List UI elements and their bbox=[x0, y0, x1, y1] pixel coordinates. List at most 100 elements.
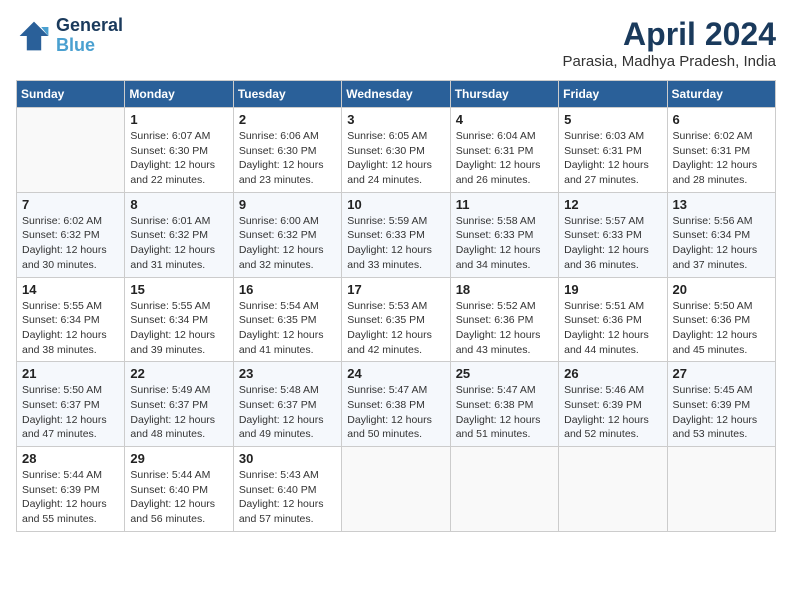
day-info: Sunrise: 6:02 AM Sunset: 6:32 PM Dayligh… bbox=[22, 214, 119, 273]
day-number: 5 bbox=[564, 112, 661, 127]
calendar-cell: 6Sunrise: 6:02 AM Sunset: 6:31 PM Daylig… bbox=[667, 108, 775, 193]
calendar-cell: 2 Sunrise: 6:06 AM Sunset: 6:30 PM Daylig… bbox=[233, 108, 341, 193]
day-info: Sunrise: 5:43 AM Sunset: 6:40 PM Dayligh… bbox=[239, 468, 336, 527]
week-row-2: 7Sunrise: 6:02 AM Sunset: 6:32 PM Daylig… bbox=[17, 192, 776, 277]
day-number: 21 bbox=[22, 366, 119, 381]
day-info: Sunrise: 5:50 AM Sunset: 6:36 PM Dayligh… bbox=[673, 299, 770, 358]
calendar-cell: 30 Sunrise: 5:43 AM Sunset: 6:40 PM Dayli… bbox=[233, 447, 341, 532]
weekday-header-monday: Monday bbox=[125, 81, 233, 108]
week-row-5: 28 Sunrise: 5:44 AM Sunset: 6:39 PM Dayli… bbox=[17, 447, 776, 532]
day-number: 10 bbox=[347, 197, 444, 212]
calendar-cell: 9 Sunrise: 6:00 AM Sunset: 6:32 PM Daylig… bbox=[233, 192, 341, 277]
day-info: Sunrise: 5:52 AM Sunset: 6:36 PM Dayligh… bbox=[456, 299, 553, 358]
page-header: General Blue April 2024 Parasia, Madhya … bbox=[16, 16, 776, 70]
month-year: April 2024 bbox=[563, 16, 776, 53]
calendar-cell: 22 Sunrise: 5:49 AM Sunset: 6:37 PM Dayli… bbox=[125, 362, 233, 447]
day-info: Sunrise: 5:55 AM Sunset: 6:34 PM Dayligh… bbox=[130, 299, 227, 358]
calendar-cell: 20 Sunrise: 5:50 AM Sunset: 6:36 PM Dayli… bbox=[667, 277, 775, 362]
week-row-1: 1 Sunrise: 6:07 AM Sunset: 6:30 PM Daylig… bbox=[17, 108, 776, 193]
day-number: 4 bbox=[456, 112, 553, 127]
calendar-cell: 11Sunrise: 5:58 AM Sunset: 6:33 PM Dayli… bbox=[450, 192, 558, 277]
title-block: April 2024 Parasia, Madhya Pradesh, Indi… bbox=[563, 16, 776, 70]
day-info: Sunrise: 5:49 AM Sunset: 6:37 PM Dayligh… bbox=[130, 383, 227, 442]
day-number: 30 bbox=[239, 451, 336, 466]
calendar-cell: 26Sunrise: 5:46 AM Sunset: 6:39 PM Dayli… bbox=[559, 362, 667, 447]
calendar-table: SundayMondayTuesdayWednesdayThursdayFrid… bbox=[16, 80, 776, 532]
logo: General Blue bbox=[16, 16, 123, 56]
calendar-cell: 27Sunrise: 5:45 AM Sunset: 6:39 PM Dayli… bbox=[667, 362, 775, 447]
calendar-cell: 21 Sunrise: 5:50 AM Sunset: 6:37 PM Dayli… bbox=[17, 362, 125, 447]
day-number: 26 bbox=[564, 366, 661, 381]
day-number: 20 bbox=[673, 282, 770, 297]
day-info: Sunrise: 5:57 AM Sunset: 6:33 PM Dayligh… bbox=[564, 214, 661, 273]
logo-icon bbox=[16, 18, 52, 54]
calendar-cell: 4 Sunrise: 6:04 AM Sunset: 6:31 PM Daylig… bbox=[450, 108, 558, 193]
weekday-header-wednesday: Wednesday bbox=[342, 81, 450, 108]
day-number: 19 bbox=[564, 282, 661, 297]
calendar-cell bbox=[559, 447, 667, 532]
day-number: 12 bbox=[564, 197, 661, 212]
day-info: Sunrise: 6:01 AM Sunset: 6:32 PM Dayligh… bbox=[130, 214, 227, 273]
day-info: Sunrise: 6:00 AM Sunset: 6:32 PM Dayligh… bbox=[239, 214, 336, 273]
day-number: 22 bbox=[130, 366, 227, 381]
calendar-cell bbox=[342, 447, 450, 532]
calendar-cell: 7Sunrise: 6:02 AM Sunset: 6:32 PM Daylig… bbox=[17, 192, 125, 277]
day-number: 23 bbox=[239, 366, 336, 381]
day-info: Sunrise: 6:04 AM Sunset: 6:31 PM Dayligh… bbox=[456, 129, 553, 188]
day-info: Sunrise: 6:06 AM Sunset: 6:30 PM Dayligh… bbox=[239, 129, 336, 188]
calendar-cell: 17 Sunrise: 5:53 AM Sunset: 6:35 PM Dayli… bbox=[342, 277, 450, 362]
day-info: Sunrise: 6:05 AM Sunset: 6:30 PM Dayligh… bbox=[347, 129, 444, 188]
day-info: Sunrise: 5:55 AM Sunset: 6:34 PM Dayligh… bbox=[22, 299, 119, 358]
day-number: 9 bbox=[239, 197, 336, 212]
day-number: 2 bbox=[239, 112, 336, 127]
calendar-cell: 23Sunrise: 5:48 AM Sunset: 6:37 PM Dayli… bbox=[233, 362, 341, 447]
calendar-cell: 18 Sunrise: 5:52 AM Sunset: 6:36 PM Dayli… bbox=[450, 277, 558, 362]
day-number: 28 bbox=[22, 451, 119, 466]
week-row-3: 14 Sunrise: 5:55 AM Sunset: 6:34 PM Dayli… bbox=[17, 277, 776, 362]
weekday-header-friday: Friday bbox=[559, 81, 667, 108]
day-number: 13 bbox=[673, 197, 770, 212]
day-info: Sunrise: 6:07 AM Sunset: 6:30 PM Dayligh… bbox=[130, 129, 227, 188]
day-number: 18 bbox=[456, 282, 553, 297]
calendar-cell: 29Sunrise: 5:44 AM Sunset: 6:40 PM Dayli… bbox=[125, 447, 233, 532]
day-info: Sunrise: 5:51 AM Sunset: 6:36 PM Dayligh… bbox=[564, 299, 661, 358]
day-number: 6 bbox=[673, 112, 770, 127]
logo-text: General Blue bbox=[56, 16, 123, 56]
day-info: Sunrise: 5:58 AM Sunset: 6:33 PM Dayligh… bbox=[456, 214, 553, 273]
calendar-cell: 14 Sunrise: 5:55 AM Sunset: 6:34 PM Dayli… bbox=[17, 277, 125, 362]
weekday-header-row: SundayMondayTuesdayWednesdayThursdayFrid… bbox=[17, 81, 776, 108]
day-info: Sunrise: 5:59 AM Sunset: 6:33 PM Dayligh… bbox=[347, 214, 444, 273]
day-info: Sunrise: 5:50 AM Sunset: 6:37 PM Dayligh… bbox=[22, 383, 119, 442]
weekday-header-tuesday: Tuesday bbox=[233, 81, 341, 108]
day-info: Sunrise: 5:53 AM Sunset: 6:35 PM Dayligh… bbox=[347, 299, 444, 358]
day-number: 1 bbox=[130, 112, 227, 127]
day-info: Sunrise: 5:44 AM Sunset: 6:39 PM Dayligh… bbox=[22, 468, 119, 527]
calendar-cell: 25 Sunrise: 5:47 AM Sunset: 6:38 PM Dayli… bbox=[450, 362, 558, 447]
calendar-cell: 19 Sunrise: 5:51 AM Sunset: 6:36 PM Dayli… bbox=[559, 277, 667, 362]
day-info: Sunrise: 5:56 AM Sunset: 6:34 PM Dayligh… bbox=[673, 214, 770, 273]
day-number: 17 bbox=[347, 282, 444, 297]
day-number: 25 bbox=[456, 366, 553, 381]
day-number: 15 bbox=[130, 282, 227, 297]
calendar-cell: 3 Sunrise: 6:05 AM Sunset: 6:30 PM Daylig… bbox=[342, 108, 450, 193]
calendar-cell: 12 Sunrise: 5:57 AM Sunset: 6:33 PM Dayli… bbox=[559, 192, 667, 277]
calendar-cell: 1 Sunrise: 6:07 AM Sunset: 6:30 PM Daylig… bbox=[125, 108, 233, 193]
weekday-header-sunday: Sunday bbox=[17, 81, 125, 108]
calendar-cell: 24Sunrise: 5:47 AM Sunset: 6:38 PM Dayli… bbox=[342, 362, 450, 447]
location: Parasia, Madhya Pradesh, India bbox=[563, 53, 776, 70]
calendar-cell: 8Sunrise: 6:01 AM Sunset: 6:32 PM Daylig… bbox=[125, 192, 233, 277]
calendar-cell bbox=[450, 447, 558, 532]
day-info: Sunrise: 5:47 AM Sunset: 6:38 PM Dayligh… bbox=[347, 383, 444, 442]
day-number: 3 bbox=[347, 112, 444, 127]
day-number: 29 bbox=[130, 451, 227, 466]
day-info: Sunrise: 5:47 AM Sunset: 6:38 PM Dayligh… bbox=[456, 383, 553, 442]
day-number: 14 bbox=[22, 282, 119, 297]
weekday-header-thursday: Thursday bbox=[450, 81, 558, 108]
day-info: Sunrise: 5:54 AM Sunset: 6:35 PM Dayligh… bbox=[239, 299, 336, 358]
calendar-cell: 16Sunrise: 5:54 AM Sunset: 6:35 PM Dayli… bbox=[233, 277, 341, 362]
day-info: Sunrise: 6:03 AM Sunset: 6:31 PM Dayligh… bbox=[564, 129, 661, 188]
week-row-4: 21 Sunrise: 5:50 AM Sunset: 6:37 PM Dayli… bbox=[17, 362, 776, 447]
day-info: Sunrise: 5:45 AM Sunset: 6:39 PM Dayligh… bbox=[673, 383, 770, 442]
calendar-cell bbox=[17, 108, 125, 193]
calendar-cell: 5 Sunrise: 6:03 AM Sunset: 6:31 PM Daylig… bbox=[559, 108, 667, 193]
